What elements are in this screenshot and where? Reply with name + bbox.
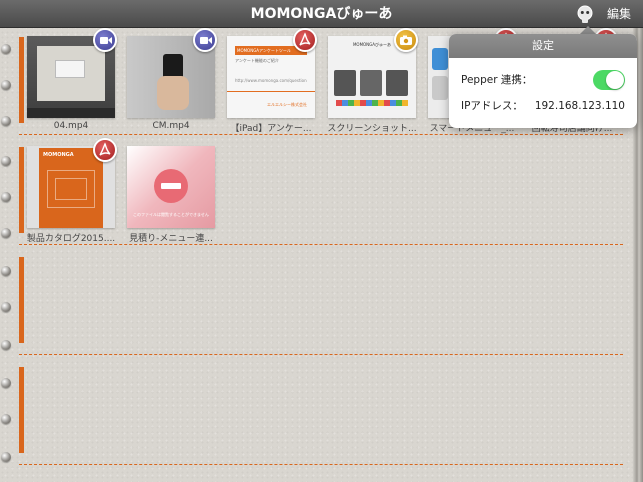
thumbnail-brand: MOMONGA (43, 152, 74, 158)
shelf-divider (19, 464, 623, 465)
file-item[interactable]: MOMONGAアンケートツール アンケート機能のご紹介 http://www.m… (227, 28, 317, 134)
file-item[interactable]: MOMONGAびゅーあ スクリーンショット... (327, 28, 418, 134)
video-icon (100, 37, 112, 44)
pdf-icon (99, 142, 111, 156)
file-name: スクリーンショット... (327, 124, 417, 134)
shelf-row (0, 358, 633, 468)
video-badge (93, 28, 117, 52)
navigation-bar: MOMONGAびゅーあ 編集 (0, 0, 643, 28)
pdf-badge (293, 28, 317, 52)
popover-arrow (580, 26, 596, 34)
shelf-row: MOMONGA 製品カタログ2015.... このファイルは閲覧することができま… (0, 138, 633, 248)
file-item[interactable]: 04.mp4 (27, 28, 117, 132)
shelf-divider (19, 354, 623, 355)
video-icon (200, 37, 212, 44)
ip-address-value: 192.168.123.110 (534, 100, 625, 112)
file-item[interactable]: このファイルは閲覧することができません 見積り-メニュー連... (127, 138, 215, 244)
thumbnail-footer: エルエルシー株式会社 (267, 102, 307, 107)
shelf-accent-bar (19, 257, 24, 343)
pdf-badge (93, 138, 117, 162)
shelf-accent-bar (19, 37, 24, 123)
toggle-knob (606, 71, 624, 89)
shelf-divider (19, 134, 623, 135)
app-title: MOMONGAびゅーあ (250, 6, 393, 22)
pepper-setting-row: Pepper 連携： (461, 68, 625, 92)
file-name: CM.mp4 (152, 121, 190, 131)
file-name: 製品カタログ2015.... (26, 234, 116, 244)
pepper-setting-label: Pepper 連携： (461, 74, 533, 86)
edit-button[interactable]: 編集 (607, 0, 631, 28)
file-thumbnail: このファイルは閲覧することができません (127, 146, 215, 228)
shelf-accent-bar (19, 147, 24, 233)
thumbnail-url: http://www.momonga.com/questionnaire (235, 78, 307, 83)
pepper-toggle[interactable] (593, 70, 625, 90)
video-badge (193, 28, 217, 52)
image-badge (394, 28, 418, 52)
ip-address-label: IPアドレス： (461, 100, 523, 112)
settings-popover: 設定 Pepper 連携： IPアドレス： 192.168.123.110 (449, 34, 637, 128)
shelf-accent-bar (19, 367, 24, 453)
shelf-divider (19, 244, 623, 245)
pdf-icon (299, 32, 311, 46)
no-entry-icon (154, 169, 188, 203)
file-name: 【iPad】アンケー... (230, 124, 312, 134)
thumbnail-subtitle: アンケート機能のご紹介 (235, 58, 279, 63)
thumbnail-caption: このファイルは閲覧することができません (133, 212, 209, 217)
file-item[interactable]: CM.mp4 (127, 28, 217, 132)
popover-title: 設定 (449, 34, 637, 58)
file-name: 04.mp4 (53, 121, 89, 131)
pepper-robot-icon[interactable] (575, 4, 595, 24)
camera-icon (400, 35, 412, 45)
shelf-row (0, 248, 633, 358)
file-name: 見積り-メニュー連... (129, 234, 213, 244)
ip-address-row: IPアドレス： 192.168.123.110 (461, 94, 625, 118)
file-item[interactable]: MOMONGA 製品カタログ2015.... (27, 138, 117, 244)
